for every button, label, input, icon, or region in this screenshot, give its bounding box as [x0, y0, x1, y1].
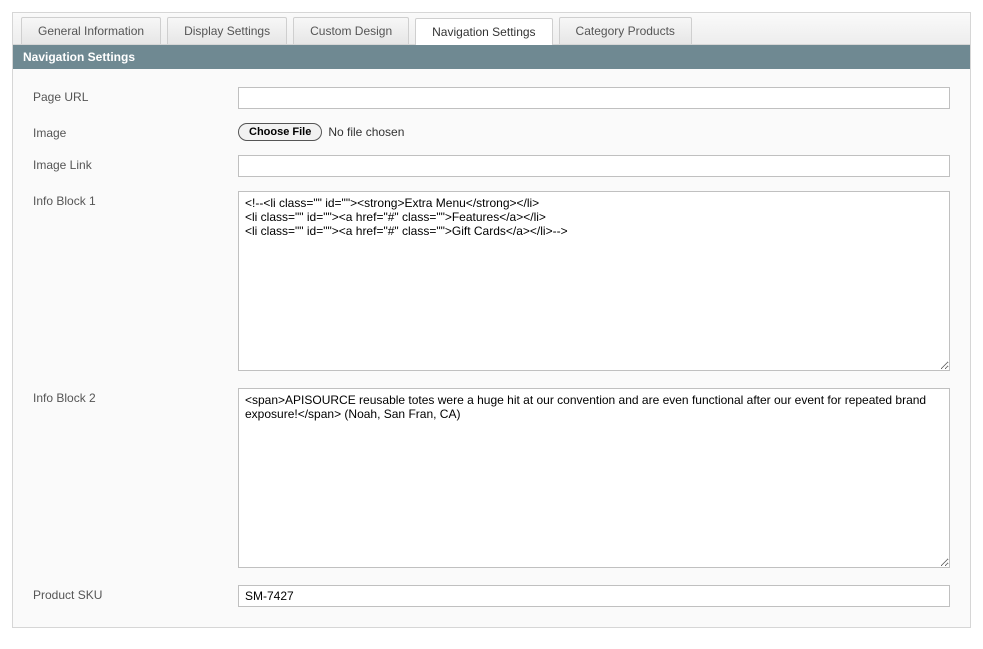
image-label: Image — [33, 123, 238, 140]
page-url-input[interactable] — [238, 87, 950, 109]
file-status-text: No file chosen — [328, 125, 404, 139]
panel-body: Page URL Image Choose File No file chose… — [13, 69, 970, 627]
product-sku-label: Product SKU — [33, 585, 238, 602]
tab-bar: General Information Display Settings Cus… — [12, 12, 971, 44]
panel-title: Navigation Settings — [13, 45, 970, 69]
image-link-input[interactable] — [238, 155, 950, 177]
tab-navigation-settings[interactable]: Navigation Settings — [415, 18, 552, 45]
choose-file-button[interactable]: Choose File — [238, 123, 322, 141]
info-block-2-label: Info Block 2 — [33, 388, 238, 405]
product-sku-input[interactable] — [238, 585, 950, 607]
tab-display-settings[interactable]: Display Settings — [167, 17, 287, 44]
info-block-2-textarea[interactable] — [238, 388, 950, 568]
tab-custom-design[interactable]: Custom Design — [293, 17, 409, 44]
page-url-label: Page URL — [33, 87, 238, 104]
info-block-1-label: Info Block 1 — [33, 191, 238, 208]
image-link-label: Image Link — [33, 155, 238, 172]
info-block-1-textarea[interactable] — [238, 191, 950, 371]
navigation-settings-panel: Navigation Settings Page URL Image Choos… — [12, 44, 971, 628]
tab-category-products[interactable]: Category Products — [559, 17, 692, 44]
tab-general-information[interactable]: General Information — [21, 17, 161, 44]
